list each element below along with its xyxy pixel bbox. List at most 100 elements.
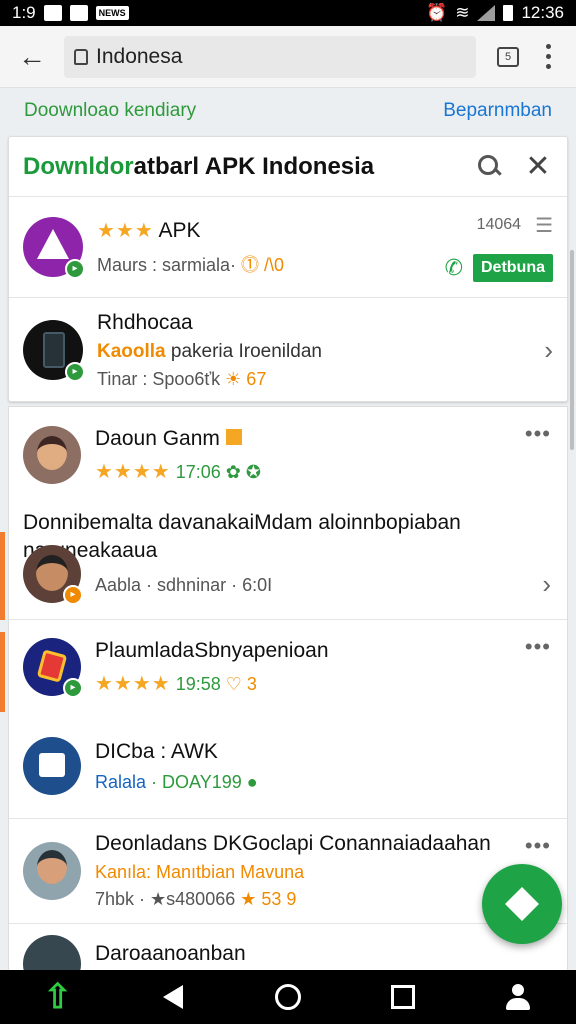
- floating-action-button[interactable]: [482, 864, 562, 944]
- download-count: 14064: [476, 216, 522, 233]
- badge-icon: [225, 428, 242, 445]
- page-header: Doownloao kendiary Beparnmban: [0, 88, 576, 134]
- person-icon: [505, 984, 531, 1010]
- list-item[interactable]: Daoun Ganm ★★★★ 17:06 ✿ ✪ •••: [9, 407, 567, 503]
- browser-toolbar: ← Indonesa 5: [0, 26, 576, 88]
- item-sub-blue: Ralala: [95, 771, 147, 792]
- app-title: APK: [158, 218, 201, 242]
- home-button[interactable]: [263, 972, 313, 1022]
- scrollbar[interactable]: [570, 250, 574, 450]
- news-badge: NEWS: [95, 6, 129, 20]
- tabs-icon: 5: [497, 46, 519, 67]
- app-title: Rhdhocaa: [97, 310, 193, 334]
- user-avatar: [23, 842, 81, 900]
- list-menu-icon[interactable]: ☰: [535, 213, 553, 238]
- search-card: Downldoratbarl APK Indonesia ✕ ▸ ★★★ APK…: [8, 136, 568, 402]
- app-meta: Tinar : Spoo6ťk: [97, 368, 221, 389]
- list-item[interactable]: ▸ ★★★ APK Maurs : sarmiala· ⓵ /\0 14064 …: [9, 197, 567, 297]
- item-title: Donnibemalta davanakaiMdam aloinnbopiaba…: [23, 511, 461, 562]
- battery-icon: [503, 5, 514, 21]
- item-meta: Aabla · sdhninar · 6:0I: [95, 575, 273, 595]
- list-item[interactable]: ▸ PlaumladaSbnyapenioan ★★★★ 19:58 ♡ 3 •…: [9, 620, 567, 714]
- download-button[interactable]: Detbuna: [473, 253, 553, 282]
- search-header: Downldoratbarl APK Indonesia ✕: [9, 137, 567, 197]
- list-item[interactable]: DICba : AWK Ralala · DOAY199 ●: [9, 714, 567, 818]
- close-icon[interactable]: ✕: [523, 149, 553, 184]
- url-text: Indonesa: [96, 44, 183, 68]
- up-arrow-icon[interactable]: ⇧: [33, 972, 83, 1022]
- item-sub: · DOAY199: [146, 771, 242, 792]
- back-nav-button[interactable]: [148, 972, 198, 1022]
- edge-indicator: [0, 532, 5, 620]
- item-title: DICba : AWK: [95, 739, 218, 763]
- status-bar: 1:9 NEWS ⏰ ≋ 12:36: [0, 0, 576, 26]
- more-options-icon[interactable]: •••: [525, 833, 551, 859]
- item-sub: Mavuna: [235, 862, 305, 882]
- app-logo-icon: [36, 649, 68, 683]
- back-triangle-icon: [162, 985, 183, 1009]
- rating-stars: ★★★: [97, 219, 154, 242]
- item-extra: ♡ 3: [225, 673, 257, 694]
- app-avatar: [23, 737, 81, 795]
- app-avatar: ▸: [23, 217, 85, 279]
- app-logo-icon: [37, 229, 69, 259]
- search-title-rest: atbarl APK Indonesia: [133, 152, 375, 180]
- search-title-green: Downldor: [23, 152, 134, 180]
- app-avatar: ▸: [23, 320, 85, 382]
- face-icon: [36, 555, 68, 591]
- header-link-right[interactable]: Beparnmban: [443, 100, 552, 122]
- diamond-icon: [505, 887, 539, 921]
- item-title: Daroaanoanban: [95, 942, 246, 965]
- recents-button[interactable]: [378, 972, 428, 1022]
- status-time: 12:36: [521, 3, 564, 22]
- app-avatar: ▸: [23, 638, 83, 698]
- wifi-icon: ≋: [455, 3, 470, 22]
- item-title: Daoun Ganm: [95, 426, 220, 450]
- lock-icon: [74, 48, 88, 65]
- play-badge-icon: ▸: [65, 259, 85, 279]
- more-options-icon[interactable]: •••: [525, 421, 551, 447]
- status-dot-icon: ●: [246, 771, 258, 792]
- app-sub-orange: Kaoolla: [97, 340, 166, 362]
- header-link-left[interactable]: Doownloao kendiary: [24, 100, 196, 122]
- play-badge-icon: ▸: [65, 362, 85, 382]
- address-bar[interactable]: Indonesa: [64, 35, 476, 78]
- chevron-right-icon[interactable]: ›: [542, 569, 551, 600]
- play-badge-icon: ▸: [63, 585, 83, 605]
- phone-icon: [43, 332, 65, 368]
- more-options-icon[interactable]: •••: [525, 634, 551, 660]
- alarm-icon: ⏰: [426, 3, 448, 22]
- list-item[interactable]: ▸ Donnibemalta davanakaiMdam aloinnbopia…: [9, 503, 567, 619]
- item-time: 19:58: [175, 673, 221, 694]
- item-sub-orange: Kanıla: Manıtbian: [95, 862, 236, 882]
- system-nav-bar: ⇧: [0, 970, 576, 1024]
- edge-indicator: [0, 632, 5, 712]
- bag-icon: [39, 753, 65, 777]
- chevron-right-icon[interactable]: ›: [544, 335, 553, 366]
- face-icon: [37, 850, 67, 884]
- back-button[interactable]: ←: [10, 35, 54, 79]
- app-meta: Maurs : sarmiala·: [97, 254, 237, 275]
- home-circle-icon: [274, 984, 301, 1010]
- signal-icon: [477, 5, 496, 21]
- phone-icon: ✆: [444, 254, 463, 280]
- search-title: Downldoratbarl APK Indonesia: [23, 153, 475, 181]
- item-meta: 7hbk · ★s480066: [95, 889, 236, 909]
- tabs-button[interactable]: 5: [486, 35, 530, 79]
- youtube-icon: [69, 5, 88, 21]
- profile-button[interactable]: [493, 972, 543, 1022]
- status-time-left: 1:9: [12, 3, 36, 22]
- app-meta-extra: ☀ 67: [225, 368, 267, 389]
- user-avatar: [23, 426, 81, 484]
- overflow-menu-button[interactable]: [530, 35, 566, 79]
- app-meta-extra: ⓵ /\0: [241, 254, 285, 275]
- item-time: 17:06: [175, 461, 221, 482]
- item-extra: ✿ ✪: [225, 461, 261, 482]
- list-item[interactable]: ▸ Rhdhocaa Kaoolla pakeria Iroenildan Ti…: [9, 298, 567, 402]
- item-extra: ★ 53 9: [240, 889, 297, 909]
- search-icon[interactable]: [475, 152, 505, 182]
- rating-stars: ★★★★: [95, 672, 171, 695]
- play-badge-icon: ▸: [63, 678, 83, 698]
- item-title: Deonladans DKGoclapi Conannaiadaahan: [95, 832, 491, 855]
- message-icon: [43, 5, 62, 21]
